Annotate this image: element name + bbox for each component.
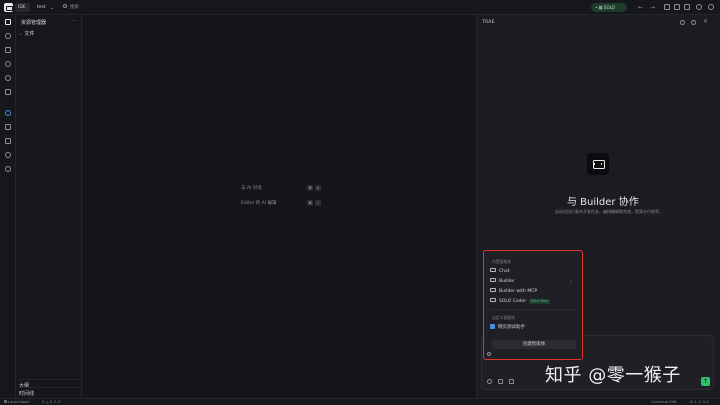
builder-agent-eyes [594,163,602,165]
tree-folder-files[interactable]: ⌄ 文件 [19,30,34,37]
account-avatar-icon[interactable] [708,4,714,10]
shortcut-key: ⌘ [307,185,313,191]
agent-label: Builder with MCP [499,289,538,294]
docker-icon[interactable] [5,152,11,158]
project-name: test [37,5,46,10]
source-control-icon[interactable] [5,47,11,53]
launchpad-icon [4,400,7,403]
ai-agent-icon[interactable] [5,110,11,116]
more-actions-icon[interactable]: ··· [71,18,76,24]
help-icon[interactable] [691,20,696,25]
layout-left-icon[interactable] [664,4,670,10]
agent-label: Chat [499,269,510,274]
search-box[interactable]: 搜索 [63,3,79,12]
shortcut-label: Editor 的 AI 编辑 [241,201,277,206]
agent-settings-icon[interactable] [487,352,491,356]
continue-edit-status[interactable]: Continue Edit [651,399,677,405]
explorer-files-icon[interactable] [5,19,11,25]
search-icon [63,4,67,9]
shortcut-edit: Editor 的 AI 编辑 ⌘ I [241,200,321,208]
agent-icon [490,268,496,273]
chevron-down-icon: ⌄ [50,5,54,10]
watermark-text: 知乎 @零一猴子 [545,365,681,386]
solo-only-badge: SOLO Only [529,298,550,304]
builder-subtitle: 自动化执行复杂开发任务，编排编辑和完成，提高交付效率。 [555,209,663,214]
shortcut-label: 与 AI 对话 [241,186,262,191]
layers-icon[interactable] [5,138,11,144]
search-icon[interactable] [5,33,11,39]
editor-area: 与 AI 对话 ⌘ U Editor 的 AI 编辑 ⌘ I [83,15,476,398]
agent-option-web-test[interactable]: 网页测试助手 [490,323,576,332]
agent-option-builder-mcp[interactable]: Builder with MCP [490,287,576,296]
database-icon[interactable] [5,124,11,130]
layout-right-icon[interactable] [684,4,690,10]
selected-check-icon: ✓ [569,279,573,284]
agent-option-builder[interactable]: Builder ✓ [490,277,576,286]
agent-label: Builder [499,279,515,284]
ide-mode-chip[interactable]: IDE [15,3,30,12]
custom-agent-icon [490,323,495,329]
folder-label: 文件 [24,31,35,37]
shortcut-chat: 与 AI 对话 ⌘ U [241,185,321,193]
problems-status[interactable]: 0 △ 0 ⚠ 0 [42,399,60,405]
title-bar: IDE test ⌄ 搜索 • 编 SOLO ← → [0,0,720,15]
extensions-icon[interactable] [5,89,11,95]
shortcut-key: ⌘ [307,200,313,206]
back-arrow-icon[interactable]: ← [638,3,643,12]
shortcut-key: U [315,185,321,191]
chevron-down-icon: ⌄ [19,31,23,36]
close-icon[interactable]: ✕ [703,18,708,25]
trae-logo-icon[interactable] [4,3,13,12]
explorer-sidebar: 资源管理器 ··· ⌄ 文件 大纲 时间线 [16,15,82,398]
create-agent-button[interactable]: 创建智能体 [492,340,576,349]
plugin-icon[interactable] [5,166,11,172]
agent-label: 网页测试助手 [498,325,525,330]
remote-globe-icon[interactable] [5,75,11,81]
misc-status[interactable]: ⊘ 1 ◷ 0.0 [690,399,709,405]
send-button[interactable]: ↑ [701,377,710,386]
image-upload-icon[interactable] [509,379,514,384]
history-icon[interactable] [680,20,685,25]
builtin-agents-heading: 内置智能体 [492,259,511,264]
agent-icon [490,288,496,293]
layout-bottom-icon[interactable] [674,4,680,10]
panel-title: TRAE [482,20,495,25]
timeline-label: 时间线 [19,391,35,397]
custom-agents-heading: 自定义智能体 [492,315,515,320]
agent-label: SOLO Coder [499,299,527,304]
shortcut-key: I [315,200,321,206]
agent-option-solo-coder[interactable]: SOLO Coder SOLO Only [490,297,576,306]
agent-option-chat[interactable]: Chat [490,267,576,276]
builder-heading: 与 Builder 协作 [567,197,639,208]
mention-icon[interactable] [487,379,492,384]
project-selector[interactable]: test ⌄ [34,3,57,12]
agent-icon [490,298,496,303]
context-icon[interactable] [498,379,503,384]
menu-divider [490,309,576,310]
agent-selector-dropdown: 内置智能体 Chat Builder ✓ Builder with MCP SO… [483,250,583,360]
run-debug-icon[interactable] [5,61,11,67]
search-placeholder: 搜索 [70,5,79,10]
launchpad-label: Launchpad [8,399,29,404]
solo-mode-label: • 编 SOLO [595,5,615,10]
settings-gear-icon[interactable] [696,4,702,10]
timeline-panel-header[interactable]: 时间线 [19,387,81,397]
launchpad-status[interactable]: Launchpad [4,399,29,405]
agent-icon [490,278,496,283]
status-bar: Launchpad 0 △ 0 ⚠ 0 Continue Edit ⊘ 1 ◷ … [0,398,720,405]
forward-arrow-icon[interactable]: → [650,3,655,12]
explorer-title: 资源管理器 [21,20,47,26]
activity-bar [0,15,16,398]
solo-mode-toggle[interactable]: • 编 SOLO [591,3,627,12]
